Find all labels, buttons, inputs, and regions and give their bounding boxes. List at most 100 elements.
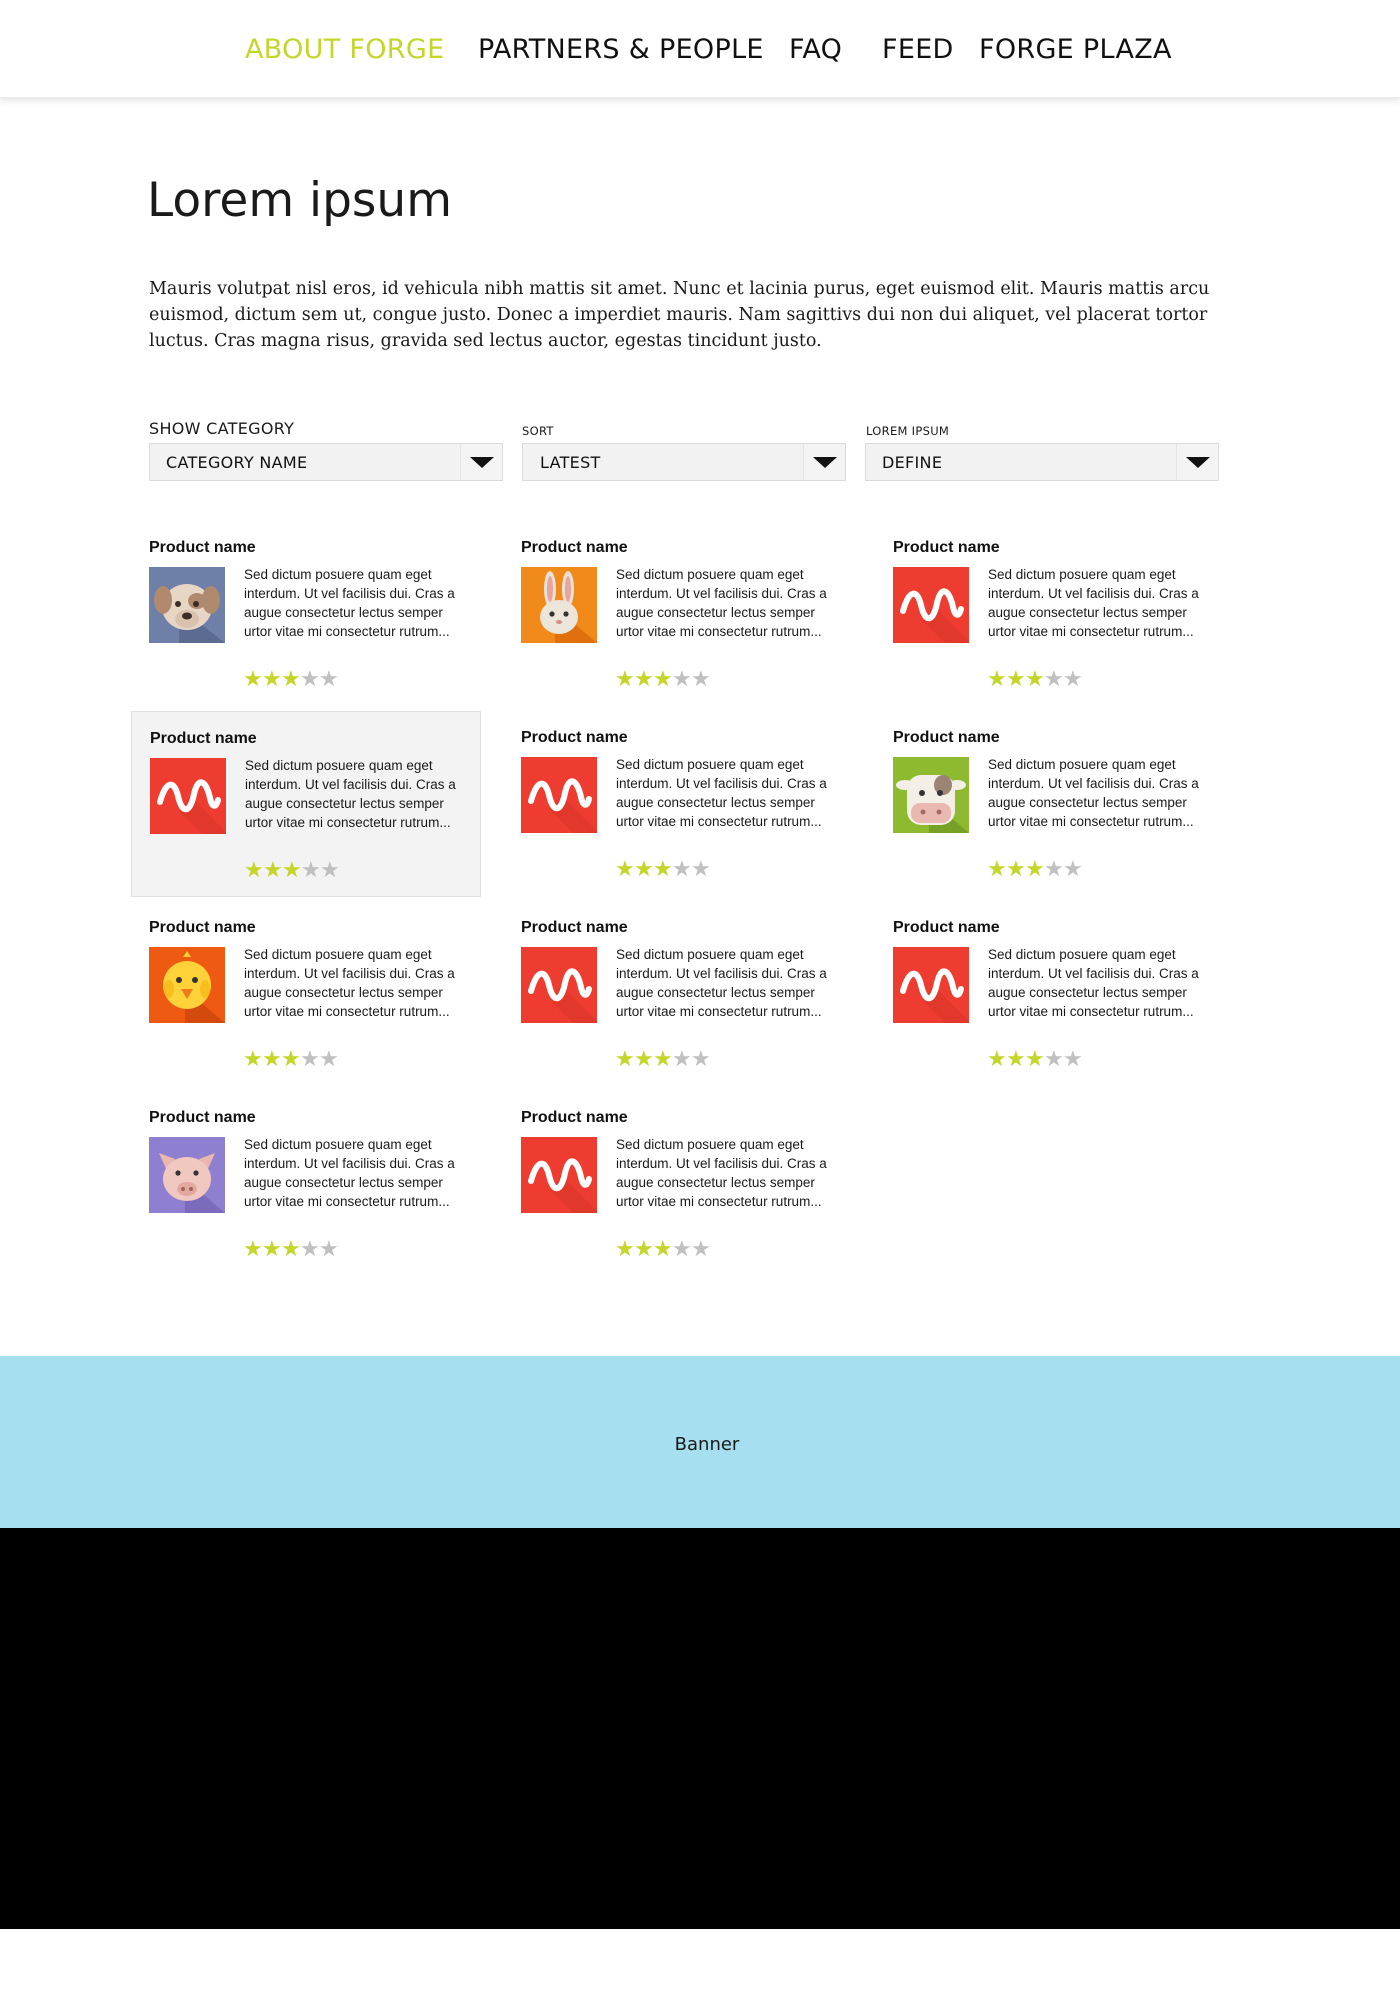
star-filled-icon[interactable]: ★	[987, 1049, 1007, 1071]
category-dropdown-toggle[interactable]	[460, 444, 502, 480]
product-card[interactable]: Product name Sed dictum posuere quam eget…	[503, 711, 853, 897]
product-name[interactable]: Product name	[521, 539, 628, 557]
product-name[interactable]: Product name	[149, 539, 256, 557]
product-name[interactable]: Product name	[893, 729, 1000, 747]
star-rating[interactable]: ★★★★★	[243, 669, 339, 691]
product-name[interactable]: Product name	[893, 919, 1000, 937]
star-filled-icon[interactable]: ★	[615, 669, 635, 691]
product-card[interactable]: Product name Sed dictum posuere quam eget…	[875, 901, 1225, 1087]
wave-icon[interactable]	[150, 758, 226, 834]
define-select[interactable]: DEFINE	[865, 443, 1219, 481]
star-filled-icon[interactable]: ★	[615, 1239, 635, 1261]
product-card[interactable]: Product name Sed dictum posuere quam eget…	[875, 521, 1225, 707]
star-filled-icon[interactable]: ★	[1025, 859, 1045, 881]
star-filled-icon[interactable]: ★	[634, 1239, 654, 1261]
star-filled-icon[interactable]: ★	[1025, 669, 1045, 691]
product-name[interactable]: Product name	[149, 1109, 256, 1127]
star-empty-icon[interactable]: ★	[672, 1239, 692, 1261]
star-filled-icon[interactable]: ★	[1006, 669, 1026, 691]
wave-icon[interactable]	[521, 947, 597, 1023]
star-rating[interactable]: ★★★★★	[987, 669, 1083, 691]
star-empty-icon[interactable]: ★	[300, 669, 320, 691]
star-empty-icon[interactable]: ★	[691, 859, 711, 881]
pig-icon[interactable]	[149, 1137, 225, 1213]
star-filled-icon[interactable]: ★	[1025, 1049, 1045, 1071]
product-card[interactable]: Product name Sed dictum posuere quam eget…	[131, 521, 481, 707]
star-filled-icon[interactable]: ★	[1006, 1049, 1026, 1071]
star-empty-icon[interactable]: ★	[319, 1049, 339, 1071]
cow-icon[interactable]	[893, 757, 969, 833]
wave-icon[interactable]	[893, 947, 969, 1023]
star-rating[interactable]: ★★★★★	[615, 1239, 711, 1261]
star-filled-icon[interactable]: ★	[262, 1049, 282, 1071]
star-rating[interactable]: ★★★★★	[615, 1049, 711, 1071]
star-empty-icon[interactable]: ★	[1044, 859, 1064, 881]
product-card[interactable]: Product name Sed dictum posuere quam eget…	[875, 711, 1225, 897]
nav-about-forge[interactable]: ABOUT FORGE	[245, 33, 444, 67]
nav-faq[interactable]: FAQ	[789, 33, 842, 67]
star-filled-icon[interactable]: ★	[634, 859, 654, 881]
star-empty-icon[interactable]: ★	[691, 1049, 711, 1071]
star-empty-icon[interactable]: ★	[672, 859, 692, 881]
sort-select[interactable]: LATEST	[522, 443, 846, 481]
star-rating[interactable]: ★★★★★	[987, 1049, 1083, 1071]
product-card[interactable]: Product name Sed dictum posuere quam eget…	[131, 901, 481, 1087]
rabbit-icon[interactable]	[521, 567, 597, 643]
dog-icon[interactable]	[149, 567, 225, 643]
star-empty-icon[interactable]: ★	[691, 669, 711, 691]
star-filled-icon[interactable]: ★	[281, 1049, 301, 1071]
star-filled-icon[interactable]: ★	[634, 669, 654, 691]
star-filled-icon[interactable]: ★	[987, 669, 1007, 691]
star-empty-icon[interactable]: ★	[300, 1239, 320, 1261]
product-name[interactable]: Product name	[521, 1109, 628, 1127]
product-card[interactable]: Product name Sed dictum posuere quam eget…	[503, 521, 853, 707]
product-name[interactable]: Product name	[521, 729, 628, 747]
star-rating[interactable]: ★★★★★	[615, 669, 711, 691]
star-filled-icon[interactable]: ★	[244, 860, 264, 882]
banner[interactable]: Banner	[0, 1356, 1400, 1528]
star-filled-icon[interactable]: ★	[653, 1239, 673, 1261]
product-name[interactable]: Product name	[150, 730, 257, 748]
star-filled-icon[interactable]: ★	[634, 1049, 654, 1071]
nav-partners-people[interactable]: PARTNERS & PEOPLE	[478, 33, 764, 67]
star-filled-icon[interactable]: ★	[615, 1049, 635, 1071]
product-name[interactable]: Product name	[893, 539, 1000, 557]
star-rating[interactable]: ★★★★★	[987, 859, 1083, 881]
star-filled-icon[interactable]: ★	[282, 860, 302, 882]
star-filled-icon[interactable]: ★	[262, 669, 282, 691]
star-filled-icon[interactable]: ★	[987, 859, 1007, 881]
star-empty-icon[interactable]: ★	[1044, 669, 1064, 691]
nav-forge-plaza[interactable]: FORGE PLAZA	[979, 33, 1172, 67]
star-filled-icon[interactable]: ★	[615, 859, 635, 881]
define-dropdown-toggle[interactable]	[1176, 444, 1218, 480]
product-card[interactable]: Product name Sed dictum posuere quam eget…	[503, 1091, 853, 1277]
star-filled-icon[interactable]: ★	[263, 860, 283, 882]
star-empty-icon[interactable]: ★	[319, 1239, 339, 1261]
star-filled-icon[interactable]: ★	[653, 859, 673, 881]
sort-dropdown-toggle[interactable]	[803, 444, 845, 480]
product-card[interactable]: Product name Sed dictum posuere quam eget…	[503, 901, 853, 1087]
wave-icon[interactable]	[521, 757, 597, 833]
star-empty-icon[interactable]: ★	[1063, 859, 1083, 881]
wave-icon[interactable]	[893, 567, 969, 643]
star-filled-icon[interactable]: ★	[243, 1049, 263, 1071]
star-empty-icon[interactable]: ★	[319, 669, 339, 691]
star-rating[interactable]: ★★★★★	[615, 859, 711, 881]
star-rating[interactable]: ★★★★★	[243, 1239, 339, 1261]
product-card[interactable]: Product name Sed dictum posuere quam eget…	[131, 1091, 481, 1277]
category-select[interactable]: CATEGORY NAME	[149, 443, 503, 481]
star-empty-icon[interactable]: ★	[672, 1049, 692, 1071]
star-filled-icon[interactable]: ★	[243, 669, 263, 691]
chick-icon[interactable]	[149, 947, 225, 1023]
star-empty-icon[interactable]: ★	[300, 1049, 320, 1071]
star-empty-icon[interactable]: ★	[320, 860, 340, 882]
star-empty-icon[interactable]: ★	[301, 860, 321, 882]
star-filled-icon[interactable]: ★	[1006, 859, 1026, 881]
nav-feed[interactable]: FEED	[882, 33, 954, 67]
star-rating[interactable]: ★★★★★	[244, 860, 340, 882]
product-name[interactable]: Product name	[149, 919, 256, 937]
star-filled-icon[interactable]: ★	[243, 1239, 263, 1261]
star-empty-icon[interactable]: ★	[1063, 669, 1083, 691]
product-name[interactable]: Product name	[521, 919, 628, 937]
star-empty-icon[interactable]: ★	[1063, 1049, 1083, 1071]
